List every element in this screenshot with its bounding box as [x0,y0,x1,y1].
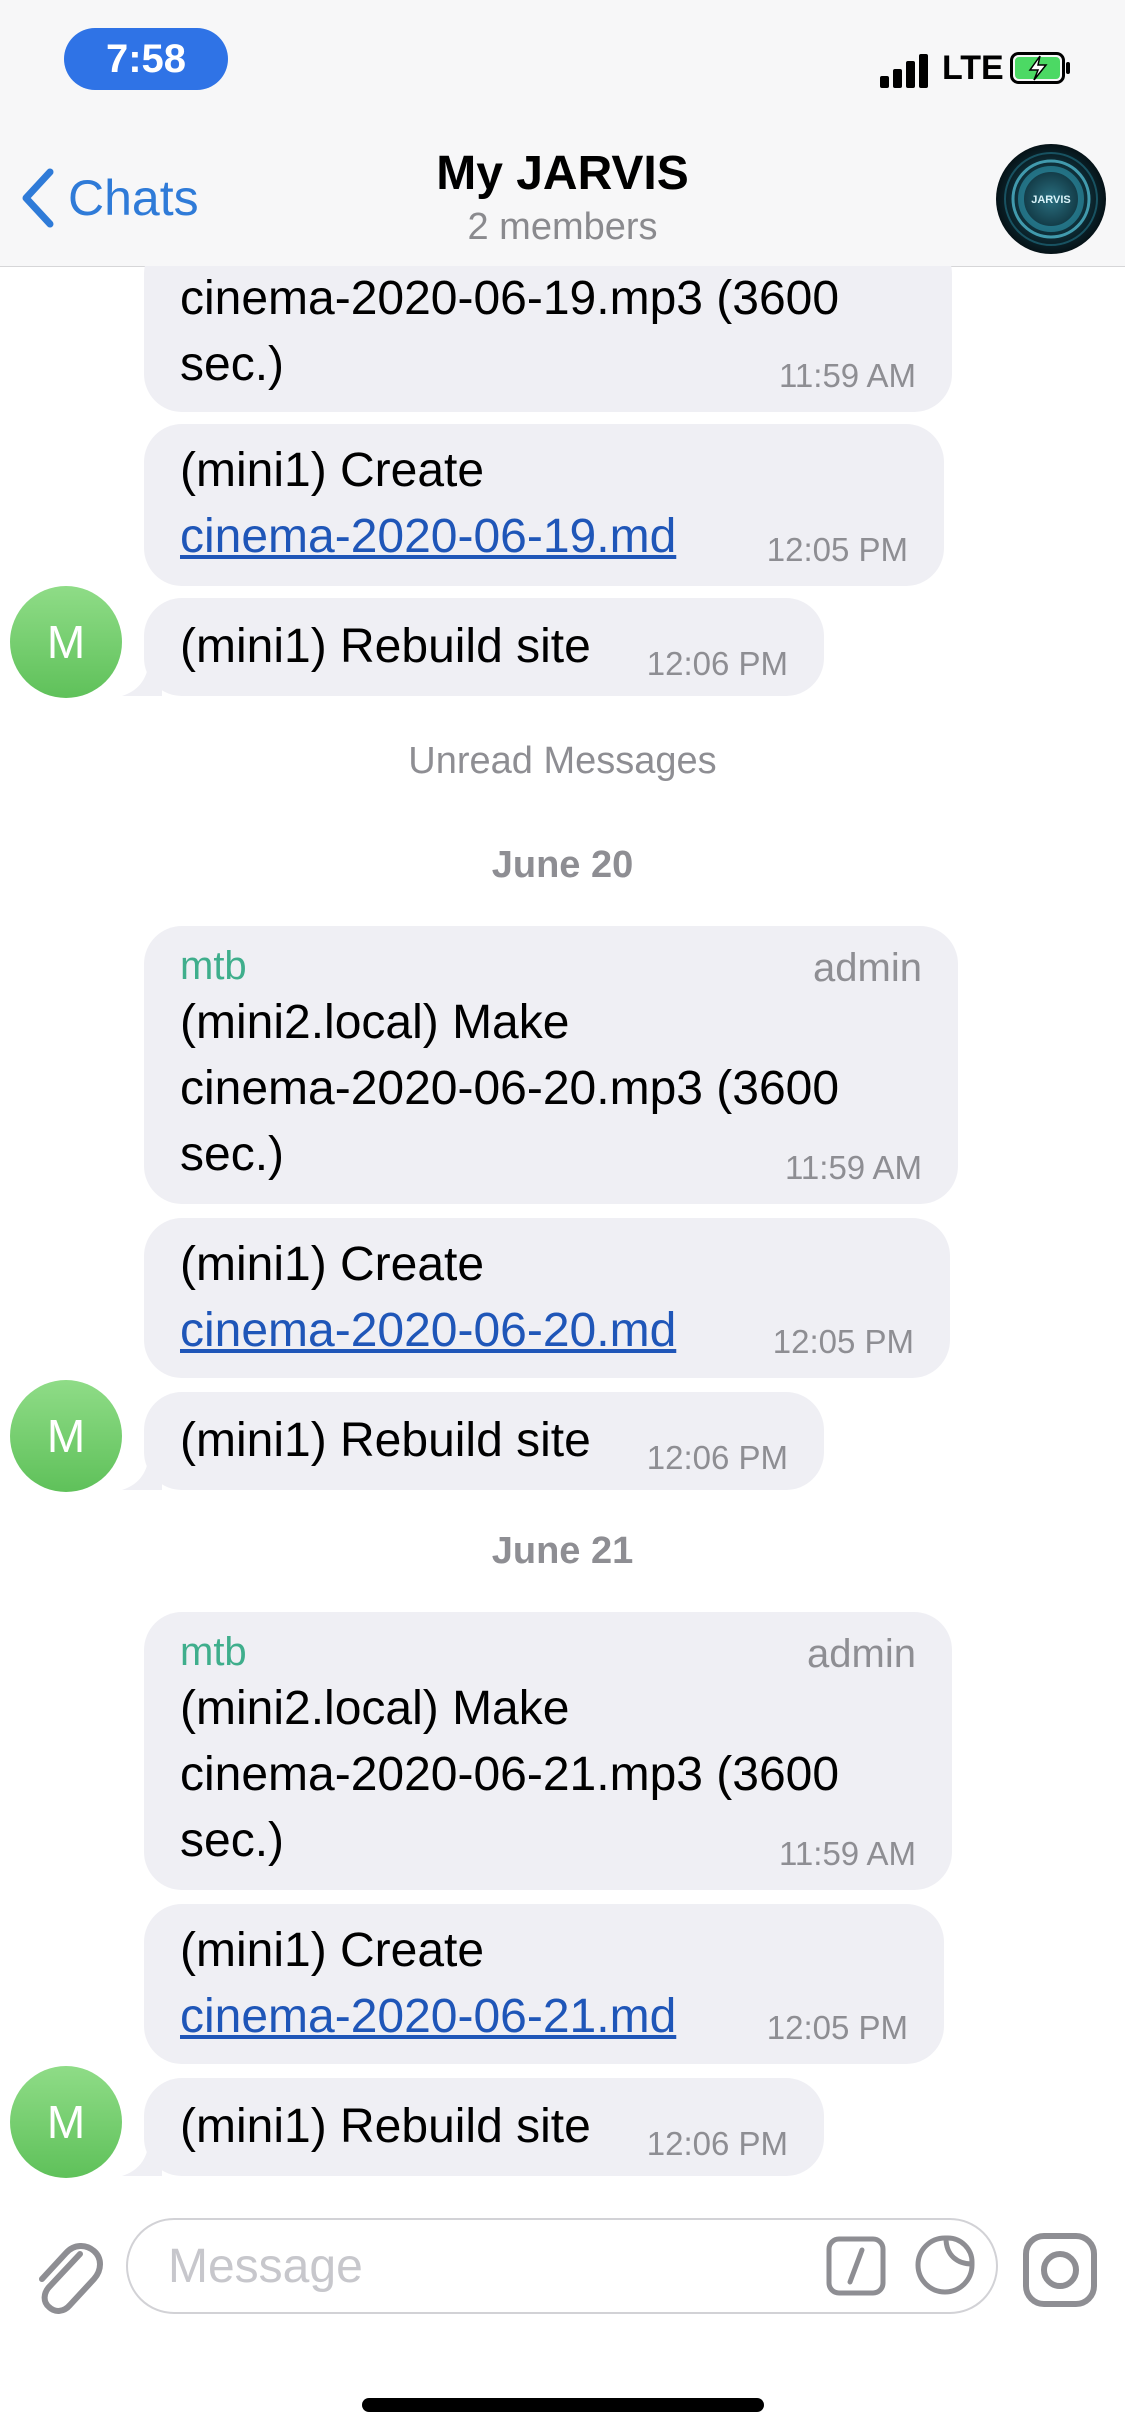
message-bubble[interactable]: mtb admin (mini2.local) Make cinema-2020… [144,926,958,1204]
message-time: 12:05 PM [766,531,908,568]
message-text: (mini2.local) Make [180,996,570,1049]
message-bubble[interactable]: (mini1) Create cinema-2020-06-21.md 12:0… [144,1904,944,2064]
message-bubble[interactable]: cinema-2020-06-19.mp3 (3600 sec.) 11:59 … [144,266,952,412]
message-text: (mini2.local) Make [180,1682,570,1735]
message-time: 11:59 AM [779,357,916,394]
message-bubble[interactable]: (mini1) Create cinema-2020-06-20.md 12:0… [144,1218,950,1378]
message-list[interactable]: cinema-2020-06-19.mp3 (3600 sec.) 11:59 … [0,266,1125,2200]
avatar[interactable]: M [10,586,122,698]
unread-separator: Unread Messages [408,740,717,782]
chat-header: Chats My JARVIS 2 members JARVIS [0,132,1125,267]
message-bubble[interactable]: (mini1) Rebuild site 12:06 PM [122,1392,824,1490]
message-text: cinema-2020-06-21.mp3 (3600 [180,1748,840,1801]
message-bubble[interactable]: (mini1) Create cinema-2020-06-19.md 12:0… [144,424,944,586]
sender-role: admin [807,1632,916,1676]
bubble-tail [122,656,162,696]
battery-charging-icon [1010,52,1070,84]
message-text: (mini1) Create [180,1238,485,1291]
file-link[interactable]: cinema-2020-06-20.md [180,1298,676,1364]
message-text: cinema-2020-06-19.mp3 (3600 [180,272,840,325]
avatar[interactable]: M [10,2066,122,2178]
paperclip-icon[interactable] [28,2232,104,2316]
cellular-signal-icon [880,52,932,88]
message-time: 12:06 PM [646,2125,788,2162]
message-text: (mini1) Create [180,1924,485,1977]
message-time: 12:06 PM [646,1439,788,1476]
message-bubble[interactable]: (mini1) Rebuild site 12:06 PM [122,2078,824,2176]
status-time: 7:58 [64,28,228,90]
message-text: cinema-2020-06-20.mp3 (3600 [180,1062,840,1115]
message-time: 11:59 AM [785,1149,922,1186]
bubble-tail [122,2136,162,2176]
status-bar: 7:58 LTE [0,0,1125,132]
sender-name[interactable]: mtb [180,942,922,990]
file-link[interactable]: cinema-2020-06-19.md [180,504,676,570]
date-header: June 20 [491,844,634,886]
message-time: 11:59 AM [779,1835,916,1872]
sender-name[interactable]: mtb [180,1628,916,1676]
jarvis-logo-text: JARVIS [1031,194,1071,206]
file-link[interactable]: cinema-2020-06-21.md [180,1984,676,2050]
member-count: 2 members [467,206,658,248]
home-indicator [362,2398,764,2412]
message-composer [0,2200,1125,2436]
sender-role: admin [813,946,922,990]
message-time: 12:06 PM [646,645,788,682]
bubble-tail [122,1450,162,1490]
message-time: 12:05 PM [772,1323,914,1360]
camera-icon[interactable] [1022,2232,1098,2308]
avatar[interactable]: M [10,1380,122,1492]
network-type: LTE [942,49,1004,87]
message-time: 12:05 PM [766,2009,908,2046]
group-avatar[interactable]: JARVIS [996,144,1106,254]
sticker-icon[interactable] [914,2234,976,2296]
message-bubble[interactable]: mtb admin (mini2.local) Make cinema-2020… [144,1612,952,1890]
message-bubble[interactable]: (mini1) Rebuild site 12:06 PM [122,598,824,696]
date-header: June 21 [491,1530,634,1572]
slash-command-icon[interactable] [826,2236,886,2296]
jarvis-logo: JARVIS [1004,152,1098,246]
chat-title[interactable]: My JARVIS [0,146,1125,201]
message-text: (mini1) Create [180,444,485,497]
